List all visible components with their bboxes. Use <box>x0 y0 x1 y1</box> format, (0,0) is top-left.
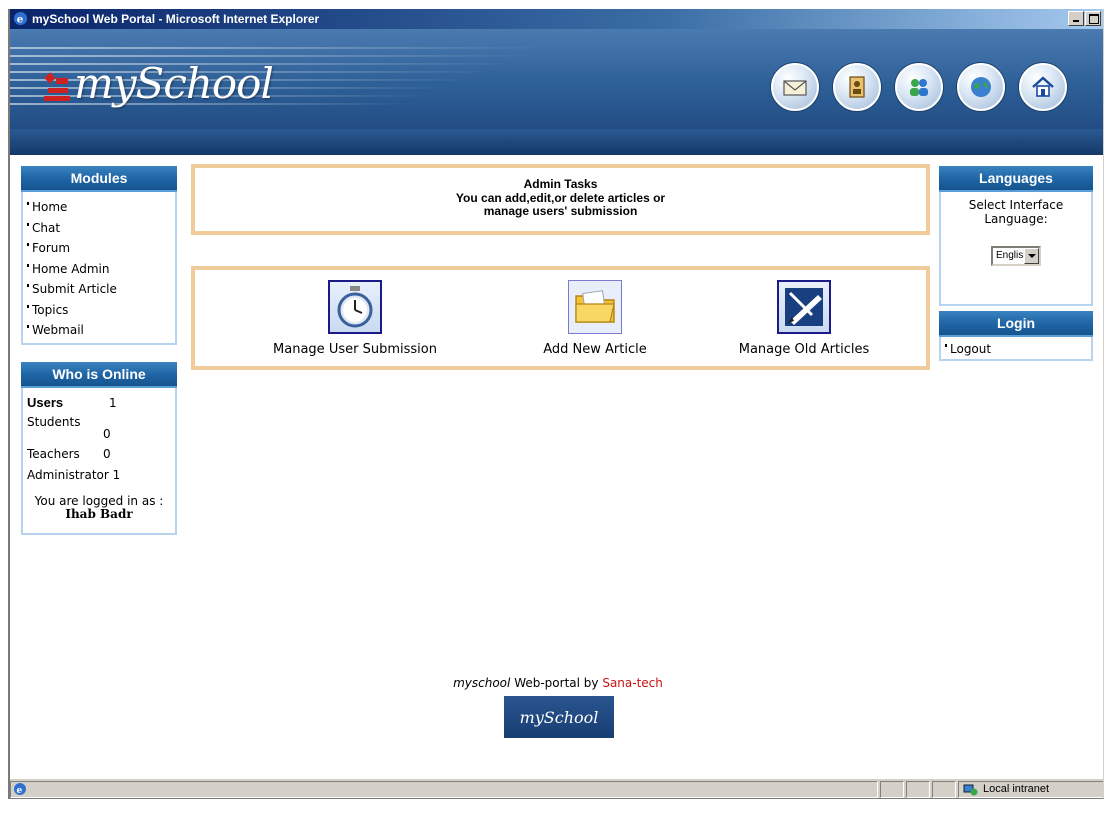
pen-paper-icon[interactable] <box>777 280 831 334</box>
manage-user-submission-link[interactable]: Manage User Submission <box>265 280 445 357</box>
languages-body: Select Interface Language: English <box>939 192 1093 306</box>
module-chat-link[interactable]: Chat <box>27 218 171 239</box>
logo-mark-icon <box>44 72 70 101</box>
online-teachers-count: 0 <box>103 446 111 461</box>
manage-old-articles-label: Manage Old Articles <box>738 342 870 357</box>
who-is-online-body: Users 1 Students 0 Teachers 0 Administra… <box>21 388 177 535</box>
zone-pane: Local intranet <box>958 781 1103 798</box>
globe-icon[interactable] <box>957 63 1005 111</box>
footer-company-link[interactable]: Sana-tech <box>602 676 663 690</box>
chevron-down-icon[interactable] <box>1024 248 1039 264</box>
language-prompt-line1: Select Interface <box>968 198 1064 212</box>
online-students-label: Students <box>27 415 81 429</box>
module-topics-link[interactable]: Topics <box>27 300 171 321</box>
who-is-online-title: Who is Online <box>21 362 177 388</box>
minimize-button[interactable] <box>1068 11 1084 26</box>
home-icon[interactable] <box>1019 63 1067 111</box>
online-admin-row: Administrator 1 <box>27 464 171 485</box>
online-admin-count: 1 <box>112 467 121 482</box>
logged-in-user-name: Ihab Badr <box>65 507 133 521</box>
status-bar: e Local intranet <box>10 778 1103 798</box>
modules-panel: Modules Home Chat Forum Home Admin Submi… <box>21 166 177 345</box>
site-logo[interactable]: mySchool <box>40 59 274 108</box>
admin-tasks-line2: manage users' submission <box>483 204 638 218</box>
login-panel: Login Logout <box>939 311 1093 361</box>
module-submit-article-link[interactable]: Submit Article <box>27 279 171 300</box>
stopwatch-icon[interactable] <box>328 280 382 334</box>
online-admin-label: Administrator <box>27 467 109 482</box>
user-card-icon[interactable] <box>833 63 881 111</box>
footer-logo[interactable]: mySchool <box>504 696 614 738</box>
module-forum-link[interactable]: Forum <box>27 238 171 259</box>
online-teachers-label: Teachers <box>27 446 80 461</box>
users-group-icon[interactable] <box>895 63 943 111</box>
admin-tasks-box: Admin Tasks You can add,edit,or delete a… <box>191 164 930 235</box>
online-users-label: Users <box>27 395 64 410</box>
svg-text:e: e <box>17 13 24 25</box>
status-text-pane <box>10 781 878 798</box>
top-nav-icons <box>771 63 1067 111</box>
module-webmail-link[interactable]: Webmail <box>27 320 171 341</box>
module-home-admin-link[interactable]: Home Admin <box>27 259 171 280</box>
add-new-article-label: Add New Article <box>543 342 647 357</box>
logout-link[interactable]: Logout <box>945 339 1087 360</box>
modules-title: Modules <box>21 166 177 192</box>
folder-icon[interactable] <box>568 280 622 334</box>
languages-title: Languages <box>939 166 1093 192</box>
modules-list: Home Chat Forum Home Admin Submit Articl… <box>21 192 177 345</box>
manage-old-articles-link[interactable]: Manage Old Articles <box>714 280 894 357</box>
online-students-row: Students 0 <box>27 413 171 443</box>
languages-panel: Languages Select Interface Language: Eng… <box>939 166 1093 306</box>
title-bar: e mySchool Web Portal - Microsoft Intern… <box>10 9 1103 29</box>
footer-by-text: Web-portal by <box>514 676 599 690</box>
status-pane-1 <box>880 781 904 798</box>
language-select[interactable]: English <box>991 246 1041 266</box>
page-footer: myschool Web-portal by Sana-tech <box>10 676 1103 690</box>
manage-user-submission-label: Manage User Submission <box>273 342 437 357</box>
internet-explorer-icon: e <box>13 11 28 25</box>
status-pane-2 <box>906 781 930 798</box>
security-zone-label: Local intranet <box>983 783 1050 795</box>
logo-text: mySchool <box>74 59 274 108</box>
admin-tasks-line1: You can add,edit,or delete articles or <box>455 190 666 205</box>
module-home-link[interactable]: Home <box>27 197 171 218</box>
footer-logo-text: mySchool <box>519 707 599 727</box>
admin-tasks-title: Admin Tasks <box>523 177 598 191</box>
online-users-count: 1 <box>109 395 117 410</box>
login-title: Login <box>939 311 1093 337</box>
status-pane-3 <box>932 781 956 798</box>
site-banner: mySchool <box>10 29 1103 155</box>
maximize-button[interactable] <box>1085 11 1101 26</box>
footer-brand: myschool <box>453 676 511 690</box>
logged-in-info: You are logged in as : Ihab Badr <box>27 495 171 521</box>
login-body: Logout <box>939 337 1093 361</box>
admin-task-links: Manage User Submission Add New Article M… <box>191 266 930 370</box>
online-users-row: Users 1 <box>27 392 171 413</box>
window-title: mySchool Web Portal - Microsoft Internet… <box>32 12 320 26</box>
banner-bottom-band <box>10 129 1103 155</box>
online-teachers-row: Teachers 0 <box>27 443 171 464</box>
who-is-online-panel: Who is Online Users 1 Students 0 Teacher… <box>21 362 177 535</box>
language-prompt-line2: Language: <box>984 212 1048 226</box>
add-new-article-link[interactable]: Add New Article <box>505 280 685 357</box>
browser-window: e mySchool Web Portal - Microsoft Intern… <box>8 9 1104 799</box>
mail-icon[interactable] <box>771 63 819 111</box>
window-controls <box>1068 11 1101 26</box>
online-students-count: 0 <box>103 427 111 441</box>
